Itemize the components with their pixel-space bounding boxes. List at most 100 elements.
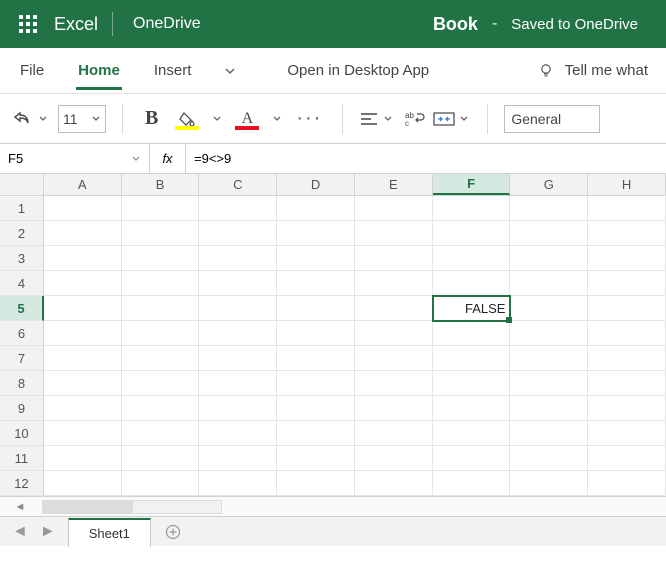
cell-H6[interactable]	[588, 321, 666, 346]
column-header-A[interactable]: A	[44, 174, 122, 195]
row-header-4[interactable]: 4	[0, 271, 44, 296]
hscroll-track[interactable]	[42, 500, 222, 514]
cell-D8[interactable]	[277, 371, 355, 396]
cell-E5[interactable]	[355, 296, 433, 321]
font-color-chevron-icon[interactable]	[270, 114, 284, 124]
tab-insert[interactable]: Insert	[152, 52, 194, 89]
cell-H8[interactable]	[588, 371, 666, 396]
row-header-11[interactable]: 11	[0, 446, 44, 471]
cell-C6[interactable]	[199, 321, 277, 346]
cell-B11[interactable]	[122, 446, 200, 471]
row-header-10[interactable]: 10	[0, 421, 44, 446]
cell-B3[interactable]	[122, 246, 200, 271]
cell-C8[interactable]	[199, 371, 277, 396]
cell-D6[interactable]	[277, 321, 355, 346]
cell-B8[interactable]	[122, 371, 200, 396]
spreadsheet-grid[interactable]: ABCDEFGH 12345FALSE6789101112	[0, 174, 666, 496]
fill-color-chevron-icon[interactable]	[210, 114, 224, 124]
cell-B2[interactable]	[122, 221, 200, 246]
open-in-desktop-button[interactable]: Open in Desktop App	[287, 62, 429, 79]
sheet-nav-last-icon[interactable]: ►	[40, 523, 56, 541]
cell-H10[interactable]	[588, 421, 666, 446]
scroll-left-button[interactable]: ◄	[0, 501, 40, 513]
cell-B7[interactable]	[122, 346, 200, 371]
merge-button[interactable]	[433, 111, 471, 127]
cell-D4[interactable]	[277, 271, 355, 296]
cell-E12[interactable]	[355, 471, 433, 496]
cell-G11[interactable]	[510, 446, 588, 471]
column-header-H[interactable]: H	[588, 174, 666, 195]
row-header-8[interactable]: 8	[0, 371, 44, 396]
row-header-3[interactable]: 3	[0, 246, 44, 271]
cell-H4[interactable]	[588, 271, 666, 296]
name-box-chevron-icon[interactable]	[131, 154, 141, 164]
cell-G3[interactable]	[510, 246, 588, 271]
cell-D3[interactable]	[277, 246, 355, 271]
cell-B1[interactable]	[122, 196, 200, 221]
cell-F1[interactable]	[433, 196, 511, 221]
cell-G10[interactable]	[510, 421, 588, 446]
alignment-button[interactable]	[359, 111, 395, 127]
cell-C10[interactable]	[199, 421, 277, 446]
bold-button[interactable]: B	[139, 107, 164, 130]
fx-button[interactable]: fx	[150, 144, 186, 173]
undo-chevron-icon[interactable]	[36, 114, 50, 124]
cell-A3[interactable]	[44, 246, 122, 271]
column-header-B[interactable]: B	[122, 174, 200, 195]
name-box[interactable]: F5	[0, 144, 150, 173]
cell-A7[interactable]	[44, 346, 122, 371]
row-header-7[interactable]: 7	[0, 346, 44, 371]
tab-file[interactable]: File	[18, 52, 46, 89]
cell-D9[interactable]	[277, 396, 355, 421]
cell-A2[interactable]	[44, 221, 122, 246]
cell-B4[interactable]	[122, 271, 200, 296]
row-header-5[interactable]: 5	[0, 296, 44, 321]
cell-A11[interactable]	[44, 446, 122, 471]
cell-E9[interactable]	[355, 396, 433, 421]
number-format-select[interactable]: General	[504, 105, 600, 133]
cell-C3[interactable]	[199, 246, 277, 271]
cell-A1[interactable]	[44, 196, 122, 221]
more-formatting-button[interactable]: ···	[292, 107, 326, 130]
cell-A12[interactable]	[44, 471, 122, 496]
cell-C7[interactable]	[199, 346, 277, 371]
cell-G5[interactable]	[510, 296, 588, 321]
cell-E7[interactable]	[355, 346, 433, 371]
select-all-corner[interactable]	[0, 174, 44, 195]
cell-E1[interactable]	[355, 196, 433, 221]
column-header-F[interactable]: F	[433, 174, 511, 195]
cell-A8[interactable]	[44, 371, 122, 396]
column-header-E[interactable]: E	[355, 174, 433, 195]
cell-D1[interactable]	[277, 196, 355, 221]
cell-B5[interactable]	[122, 296, 200, 321]
cell-F2[interactable]	[433, 221, 511, 246]
row-header-1[interactable]: 1	[0, 196, 44, 221]
wrap-text-button[interactable]: abc	[403, 110, 425, 128]
cell-H1[interactable]	[588, 196, 666, 221]
cell-G8[interactable]	[510, 371, 588, 396]
more-tabs-chevron-icon[interactable]	[223, 64, 237, 78]
cell-E3[interactable]	[355, 246, 433, 271]
cell-A5[interactable]	[44, 296, 122, 321]
column-header-C[interactable]: C	[199, 174, 277, 195]
cell-E6[interactable]	[355, 321, 433, 346]
tab-home[interactable]: Home	[76, 52, 122, 90]
row-header-12[interactable]: 12	[0, 471, 44, 496]
cell-G9[interactable]	[510, 396, 588, 421]
undo-button[interactable]	[12, 109, 50, 129]
cell-C12[interactable]	[199, 471, 277, 496]
add-sheet-button[interactable]	[151, 517, 195, 546]
hscroll-thumb[interactable]	[43, 501, 133, 513]
cell-A10[interactable]	[44, 421, 122, 446]
cell-G1[interactable]	[510, 196, 588, 221]
cell-B10[interactable]	[122, 421, 200, 446]
cell-B6[interactable]	[122, 321, 200, 346]
row-header-2[interactable]: 2	[0, 221, 44, 246]
sheet-nav-first-icon[interactable]: ◄	[12, 523, 28, 541]
column-header-G[interactable]: G	[510, 174, 588, 195]
cell-G4[interactable]	[510, 271, 588, 296]
merge-chevron-icon[interactable]	[457, 114, 471, 124]
cell-G12[interactable]	[510, 471, 588, 496]
cell-E4[interactable]	[355, 271, 433, 296]
app-launcher-icon[interactable]	[8, 0, 48, 48]
